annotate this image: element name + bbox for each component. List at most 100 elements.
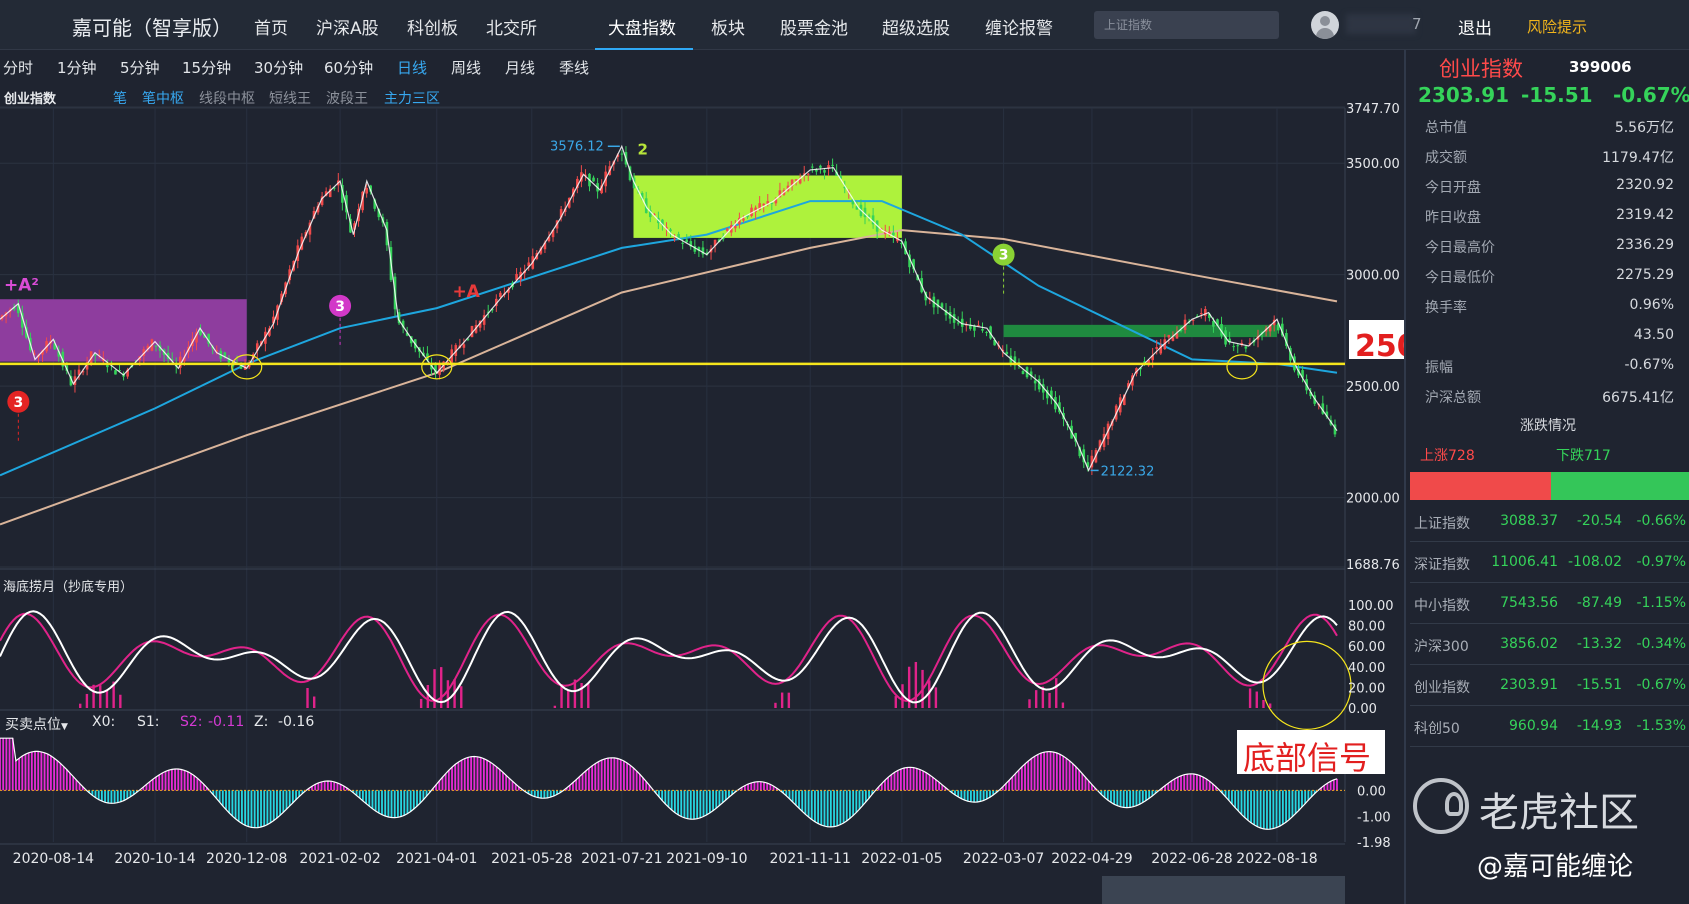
stat-key: 今日最高价	[1425, 240, 1495, 256]
oscillator-axis: 0.00 20.00 40.00 60.00 80.00 100.00	[1348, 599, 1394, 717]
quote-code: 399006	[1569, 58, 1632, 76]
date-axis-tick-label: 2022-04-29	[1051, 851, 1132, 867]
histogram-bar	[817, 790, 820, 824]
index-row-csi300[interactable]: 沪深300 3856.02 -13.32 -0.34%	[1410, 625, 1689, 665]
candle-body	[685, 239, 689, 243]
histogram-bar	[317, 782, 320, 791]
histogram-bar	[148, 781, 151, 791]
histogram-bar	[833, 790, 835, 827]
histogram-bar	[619, 759, 622, 791]
logout-link[interactable]: 退出	[1458, 14, 1492, 39]
histogram-bar	[489, 762, 492, 791]
candle-body	[892, 232, 895, 236]
oscillator-bottom-bar	[1061, 702, 1065, 708]
index-row-star50[interactable]: 科创50 960.94 -14.93 -1.53%	[1410, 707, 1689, 747]
index-row-sme[interactable]: 中小指数 7543.56 -87.49 -1.15%	[1410, 584, 1689, 624]
oscillator-tick-label: 80.00	[1348, 620, 1385, 635]
index-change: -13.32	[1576, 636, 1622, 652]
histogram-bar	[447, 770, 450, 791]
histogram-bar	[241, 790, 243, 824]
index-row-chinext[interactable]: 创业指数 2303.91 -15.51 -0.67%	[1410, 666, 1689, 706]
stat-value: 2275.29	[1616, 267, 1674, 283]
candle-body	[1021, 370, 1025, 375]
candle-body	[114, 370, 117, 375]
index-name: 科创50	[1414, 721, 1460, 737]
username-suffix: 7	[1412, 15, 1422, 33]
histogram-bar	[1084, 777, 1087, 791]
histogram-bar	[896, 770, 899, 791]
histogram-bar	[861, 790, 864, 806]
histogram-bar	[549, 790, 552, 798]
histogram-bar	[670, 790, 673, 811]
histogram-bar	[381, 790, 383, 815]
histogram-bar	[97, 790, 100, 800]
histogram-bar	[673, 790, 676, 813]
candle-body	[1167, 334, 1171, 338]
histogram-bar	[34, 751, 36, 791]
oscillator-bottom-bar	[1034, 690, 1038, 708]
price-axis-tick-label: 2500.00	[1346, 380, 1400, 395]
candle-body	[742, 218, 745, 221]
oscillator-bottom-bar	[1255, 691, 1258, 708]
date-axis-tick-label: 2021-09-10	[666, 851, 747, 867]
index-row-sse[interactable]: 上证指数 3088.37 -20.54 -0.66%	[1410, 502, 1689, 542]
histogram-bar	[864, 790, 867, 802]
histogram-bar	[390, 790, 393, 818]
index-row-szse[interactable]: 深证指数 11006.41 -108.02 -0.97%	[1410, 543, 1689, 583]
histogram-bar	[1237, 790, 1240, 812]
oscillator-bottom-bar	[426, 684, 430, 708]
oscillator-bottom-bar	[787, 692, 791, 708]
histogram-bar	[266, 790, 269, 825]
histogram-bar	[543, 790, 546, 799]
histogram-bar	[272, 790, 275, 821]
histogram-bar	[53, 758, 56, 791]
histogram-bar	[8, 738, 11, 791]
quote-price: 2303.91	[1418, 83, 1510, 107]
histogram-tick-label: -1.00	[1357, 810, 1391, 825]
histogram-bar	[1231, 790, 1233, 804]
histogram-bar	[1259, 790, 1262, 829]
histogram-bar	[1285, 790, 1287, 823]
histogram-bar	[712, 790, 714, 811]
candle-body	[154, 345, 158, 347]
candle-body	[823, 170, 826, 173]
kline-chart[interactable]: +A² +A 3 3 3 2 3576.12 2122.32 3747.70 3500.00 30…	[0, 0, 1404, 904]
histogram-bar	[1055, 752, 1058, 791]
histogram-bar	[155, 776, 157, 791]
histogram-bar	[231, 790, 234, 817]
legend-s2-value: -0.11	[208, 714, 245, 730]
histogram-bar	[715, 790, 718, 809]
histogram-bar	[1081, 773, 1084, 791]
date-axis: 2020-08-14 2020-10-14 2020-12-08 2021-02-02…	[13, 851, 1318, 867]
buy-sell-histogram	[0, 737, 1345, 830]
histogram-bar	[683, 790, 686, 818]
oscillator-tick-label: 20.00	[1348, 681, 1385, 696]
stat-value: 5.56万亿	[1614, 120, 1674, 136]
candle-body	[725, 228, 729, 231]
histogram-bar	[1068, 760, 1071, 791]
legend-x0-label: X0:	[92, 714, 116, 730]
histogram-bar	[1126, 790, 1128, 808]
histogram-bar	[1192, 774, 1195, 791]
time-scroll-thumb[interactable]	[1102, 876, 1345, 904]
histogram-bar	[1017, 770, 1020, 791]
stat-value: -0.67%	[1624, 357, 1674, 373]
histogram-bar	[1180, 775, 1182, 791]
histogram-bar	[680, 790, 683, 817]
histogram-bar	[1278, 790, 1281, 827]
histogram-bar	[1020, 766, 1023, 791]
histogram-bar	[1196, 774, 1198, 791]
signal-badge-label: 3	[999, 248, 1009, 264]
histogram-bar	[0, 738, 1, 791]
oscillator-bottom-bar	[306, 688, 309, 708]
stat-key: 成交额	[1425, 150, 1467, 166]
histogram-bar	[1297, 790, 1300, 811]
histogram-bar	[460, 760, 463, 791]
histogram-bar	[43, 752, 46, 791]
index-change-pct: -0.34%	[1636, 636, 1686, 652]
histogram-bar	[702, 790, 705, 817]
risk-notice-link[interactable]: 风险提示	[1527, 16, 1587, 37]
stat-row: 换手率 0.96%	[1420, 293, 1678, 319]
histogram-title-dropdown[interactable]: 买卖点位▼	[5, 714, 68, 734]
histogram-bar	[1141, 790, 1144, 803]
